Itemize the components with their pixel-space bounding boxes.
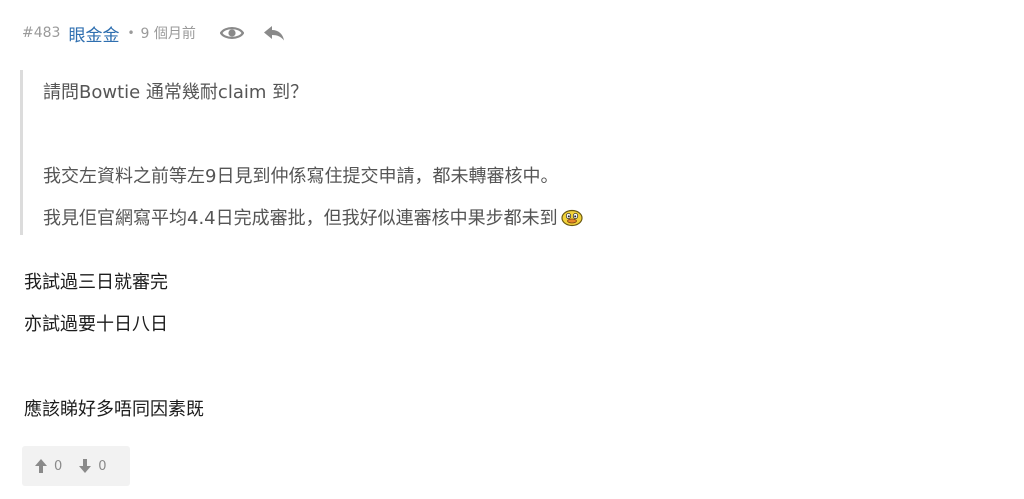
reply-line-1: 我試過三日就審完 (24, 272, 168, 293)
reply-line-2: 亦試過要十日八日 (24, 314, 168, 335)
downvote-button[interactable]: 0 (78, 458, 107, 474)
meta-separator: • (127, 26, 135, 40)
post-meta: #483 眼金金 • 9 個月前 (22, 20, 302, 46)
post-container: #483 眼金金 • 9 個月前 請問Bowtie 通常幾耐claim 到？ 我… (0, 0, 1024, 499)
duck-emoji-icon (560, 207, 584, 227)
quote-line-3: 我見佢官網寫平均4.4日完成審批，但我好似連審核中果步都未到 (43, 208, 558, 229)
username-link[interactable]: 眼金金 (68, 21, 119, 46)
upvote-count: 0 (54, 458, 63, 474)
eye-icon[interactable] (218, 20, 246, 46)
quote-line-3-wrap: 我見佢官網寫平均4.4日完成審批，但我好似連審核中果步都未到 (43, 204, 584, 230)
upvote-button[interactable]: 0 (34, 458, 62, 474)
post-time: 9 個月前 (140, 26, 196, 42)
post-number: #483 (22, 25, 61, 41)
arrow-up-icon (35, 459, 47, 473)
vote-bar: 0 0 (22, 446, 130, 486)
reply-line-3: 應該睇好多唔同因素既 (24, 399, 204, 420)
quote-line-2: 我交左資料之前等左9日見到仲係寫住提交申請，都未轉審核中。 (43, 166, 559, 187)
arrow-down-icon (79, 459, 92, 473)
quote-line-1: 請問Bowtie 通常幾耐claim 到？ (43, 82, 309, 103)
downvote-count: 0 (98, 458, 107, 474)
quoted-post: 請問Bowtie 通常幾耐claim 到？ 我交左資料之前等左9日見到仲係寫住提… (20, 70, 780, 235)
reply-icon[interactable] (260, 20, 288, 46)
